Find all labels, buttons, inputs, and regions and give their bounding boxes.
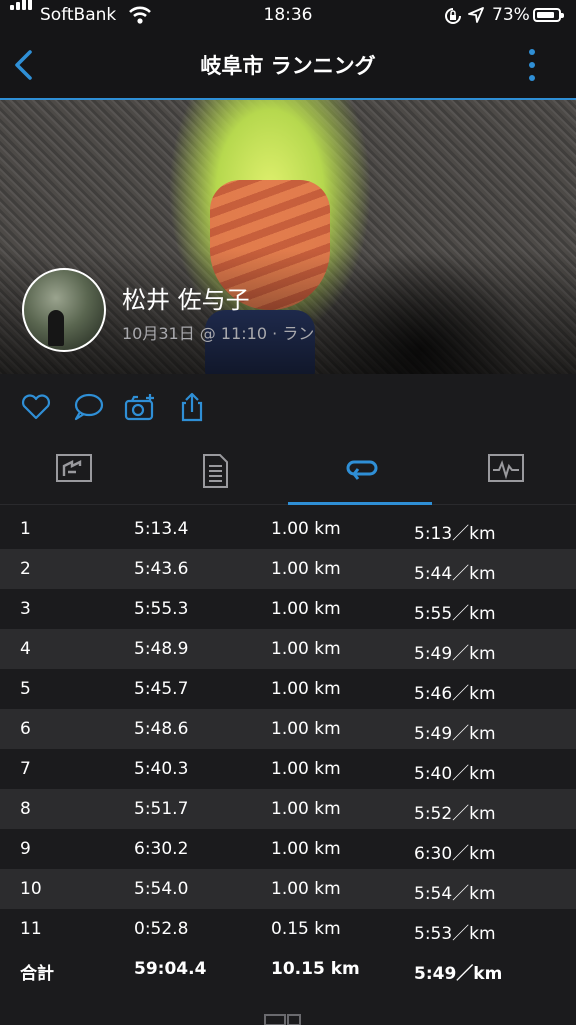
laps-icon [346,460,378,480]
lap-distance: 1.00 km [271,639,341,659]
device-icon [264,1014,301,1025]
lap-number: 9 [20,839,31,859]
activity-photo[interactable]: 松井 佐与子 10月31日 @ 11:10 · ラン [0,100,576,374]
lap-pace: 5:46／km [414,684,496,704]
lap-time: 5:48.9 [134,639,189,659]
lap-number: 7 [20,759,31,779]
lap-time: 5:43.6 [134,559,189,579]
lap-number: 4 [20,639,31,659]
bottom-area [0,989,576,1025]
lap-time: 5:55.3 [134,599,189,619]
lap-time: 5:54.0 [134,879,189,899]
total-label: 合計 [20,964,54,984]
total-time: 59:04.4 [134,959,207,979]
tab-charts[interactable] [432,438,576,504]
lap-time: 5:13.4 [134,519,189,539]
lap-distance: 1.00 km [271,759,341,779]
chart-icon [488,454,524,482]
activity-meta: 10月31日 @ 11:10 · ラン [122,324,315,343]
lap-number: 1 [20,519,31,539]
lap-number: 6 [20,719,31,739]
clock: 18:36 [263,5,313,25]
share-icon[interactable] [176,392,208,422]
lap-pace: 5:52／km [414,804,496,824]
page-title: 岐阜市 ランニング [200,54,376,78]
add-photo-icon[interactable] [124,392,156,422]
lap-number: 10 [20,879,42,899]
lap-pace: 5:13／km [414,524,496,544]
lap-distance: 1.00 km [271,599,341,619]
lap-distance: 0.15 km [271,919,341,939]
lap-time: 6:30.2 [134,839,189,859]
lap-pace: 5:49／km [414,724,496,744]
lap-time: 5:40.3 [134,759,189,779]
lap-time: 5:51.7 [134,799,189,819]
laps-table: 1 5:13.4 1.00 km 5:13／km 2 5:43.6 1.00 k… [0,509,576,989]
lap-pace: 5:55／km [414,604,496,624]
lap-pace: 5:44／km [414,564,496,584]
tab-summary[interactable] [0,438,144,504]
lap-distance: 1.00 km [271,799,341,819]
table-row[interactable]: 8 5:51.7 1.00 km 5:52／km [0,789,576,829]
status-bar: SoftBank 18:36 73% [0,0,576,32]
table-row[interactable]: 10 5:54.0 1.00 km 5:54／km [0,869,576,909]
battery-icon [533,8,564,22]
lap-number: 8 [20,799,31,819]
comment-icon[interactable] [72,392,104,422]
lap-number: 11 [20,919,42,939]
total-row: 合計 59:04.4 10.15 km 5:49／km [0,949,576,989]
lap-pace: 5:49／km [414,644,496,664]
lap-distance: 1.00 km [271,559,341,579]
lap-number: 5 [20,679,31,699]
table-row[interactable]: 9 6:30.2 1.00 km 6:30／km [0,829,576,869]
table-row[interactable]: 11 0:52.8 0.15 km 5:53／km [0,909,576,949]
lap-number: 3 [20,599,31,619]
details-icon [203,454,228,488]
table-row[interactable]: 7 5:40.3 1.00 km 5:40／km [0,749,576,789]
action-bar [0,374,576,439]
lap-time: 0:52.8 [134,919,189,939]
table-row[interactable]: 4 5:48.9 1.00 km 5:49／km [0,629,576,669]
tab-details[interactable] [144,438,288,504]
table-row[interactable]: 5 5:45.7 1.00 km 5:46／km [0,669,576,709]
battery-percentage: 73% [492,5,530,25]
lap-distance: 1.00 km [271,719,341,739]
table-row[interactable]: 3 5:55.3 1.00 km 5:55／km [0,589,576,629]
user-name[interactable]: 松井 佐与子 [122,280,250,315]
lap-distance: 1.00 km [271,519,341,539]
table-row[interactable]: 6 5:48.6 1.00 km 5:49／km [0,709,576,749]
lap-number: 2 [20,559,31,579]
lap-distance: 1.00 km [271,679,341,699]
lap-pace: 5:53／km [414,924,496,944]
summary-icon [56,454,92,482]
avatar[interactable] [22,268,106,352]
heart-icon[interactable] [20,392,52,422]
tab-laps[interactable] [288,438,432,505]
table-row[interactable]: 2 5:43.6 1.00 km 5:44／km [0,549,576,589]
navigation-bar: 岐阜市 ランニング [0,32,576,100]
lap-pace: 5:54／km [414,884,496,904]
lap-pace: 6:30／km [414,844,496,864]
lap-distance: 1.00 km [271,879,341,899]
lap-pace: 5:40／km [414,764,496,784]
more-vertical-icon[interactable] [520,47,544,83]
location-icon [468,7,484,23]
lap-time: 5:45.7 [134,679,189,699]
lap-time: 5:48.6 [134,719,189,739]
orientation-lock-icon [445,8,461,24]
table-row[interactable]: 1 5:13.4 1.00 km 5:13／km [0,509,576,549]
lap-distance: 1.00 km [271,839,341,859]
total-distance: 10.15 km [271,959,360,979]
tab-bar [0,438,576,505]
total-pace: 5:49／km [414,964,503,984]
